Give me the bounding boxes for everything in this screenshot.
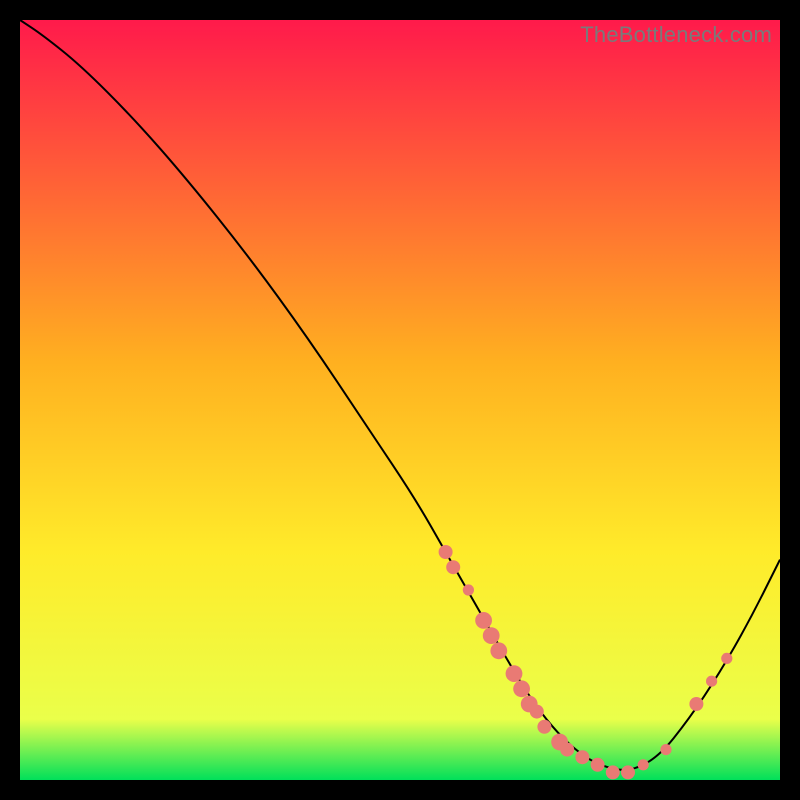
curve-marker <box>638 759 649 770</box>
curve-marker <box>483 627 500 644</box>
curve-marker <box>621 765 635 779</box>
curve-marker <box>513 680 530 697</box>
curve-marker <box>606 765 620 779</box>
curve-marker <box>475 612 492 629</box>
curve-marker <box>506 665 523 682</box>
curve-marker <box>660 744 671 755</box>
curve-marker <box>689 697 703 711</box>
curve-marker <box>721 653 732 664</box>
curve-marker <box>530 705 544 719</box>
curve-marker <box>706 676 717 687</box>
curve-marker <box>575 750 589 764</box>
curve-marker <box>537 720 551 734</box>
curve-marker <box>560 743 574 757</box>
curve-marker <box>439 545 453 559</box>
bottleneck-chart <box>20 20 780 780</box>
chart-frame: TheBottleneck.com <box>20 20 780 780</box>
watermark-text: TheBottleneck.com <box>580 22 772 48</box>
curve-marker <box>446 560 460 574</box>
curve-marker <box>490 642 507 659</box>
curve-marker <box>463 584 474 595</box>
gradient-background <box>20 20 780 780</box>
curve-marker <box>591 758 605 772</box>
